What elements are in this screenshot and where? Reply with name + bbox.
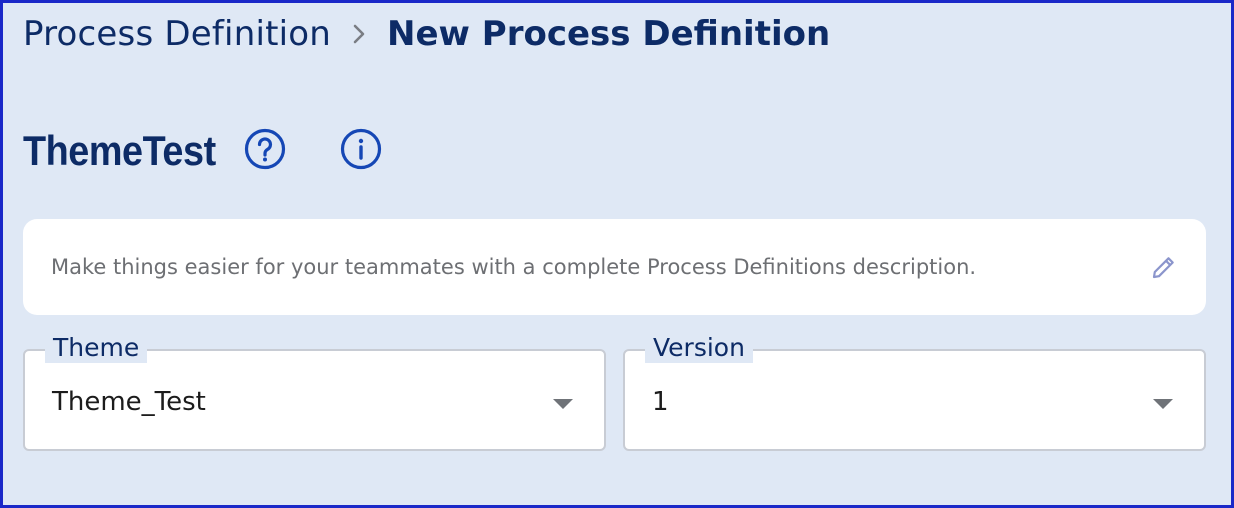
theme-value: Theme_Test [52, 387, 206, 417]
app-frame: Process Definition New Process Definitio… [0, 0, 1234, 508]
theme-label: Theme [45, 333, 148, 363]
version-select[interactable]: Version 1 [623, 333, 1206, 451]
info-circle-icon[interactable] [339, 127, 383, 171]
page-title: ThemeTest [23, 127, 216, 174]
breadcrumb-current: New Process Definition [387, 14, 831, 54]
question-circle-icon[interactable] [243, 127, 287, 171]
version-label: Version [645, 333, 753, 363]
breadcrumb: Process Definition New Process Definitio… [23, 11, 830, 57]
pencil-icon[interactable] [1150, 253, 1178, 281]
description-placeholder: Make things easier for your teammates wi… [51, 255, 977, 279]
caret-down-icon[interactable] [1152, 397, 1174, 409]
caret-down-icon[interactable] [552, 397, 574, 409]
title-row: ThemeTest [23, 125, 253, 177]
version-value: 1 [652, 387, 669, 417]
chevron-right-icon [339, 23, 379, 45]
breadcrumb-link-process-definition[interactable]: Process Definition [23, 14, 331, 54]
description-card[interactable]: Make things easier for your teammates wi… [23, 219, 1206, 315]
theme-select[interactable]: Theme Theme_Test [23, 333, 606, 451]
